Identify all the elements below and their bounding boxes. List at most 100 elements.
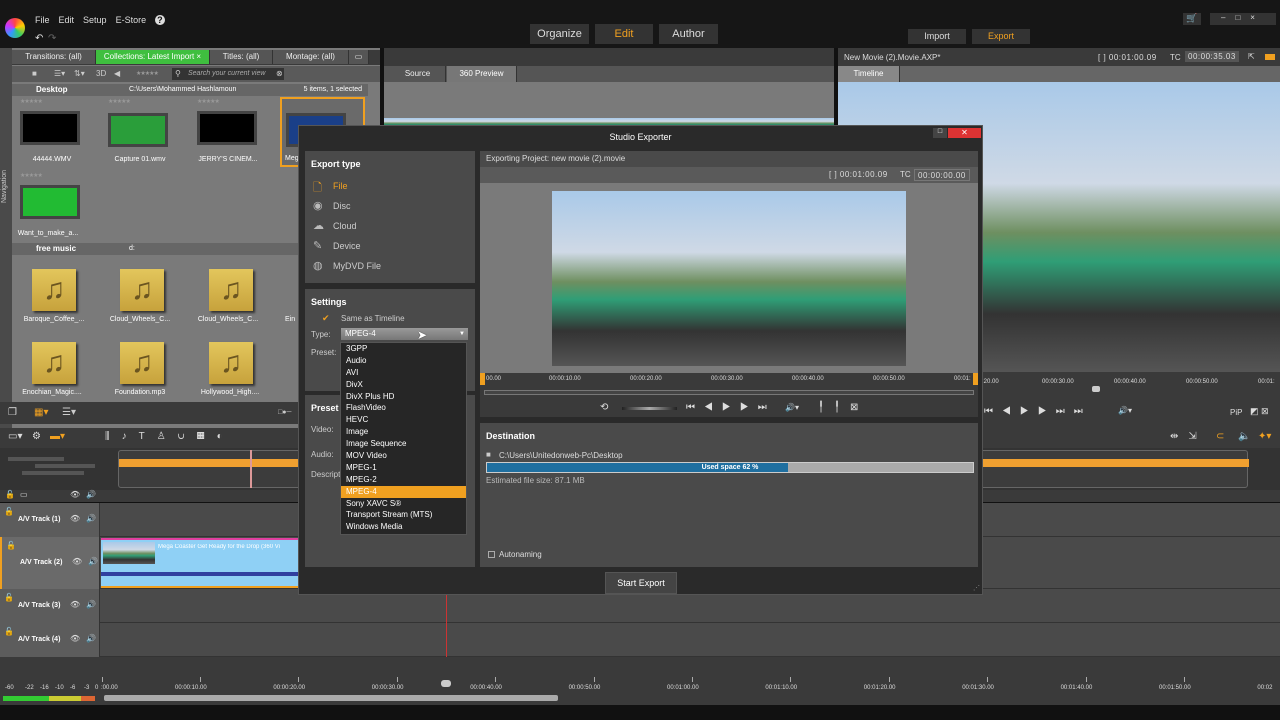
magnet-icon[interactable]: ⊂	[1216, 431, 1224, 442]
redo-icon[interactable]: ↷	[48, 33, 56, 44]
dropdown-option[interactable]: FlashVideo	[341, 402, 466, 414]
tab-timeline[interactable]: Timeline	[838, 66, 900, 82]
gear-icon[interactable]: ⚙	[32, 431, 41, 442]
sort-icon[interactable]: ⇅▾	[74, 66, 85, 82]
folder-icon[interactable]: ■	[486, 450, 491, 459]
resize-grip[interactable]: ⋰	[973, 584, 980, 592]
media-thumbnail[interactable]	[20, 185, 80, 219]
audio-icon[interactable]: 🔈	[1238, 431, 1250, 442]
export-type-file[interactable]: 🗋 File	[311, 179, 461, 195]
track-header[interactable]: 🔓 A/V Track (4) 👁 🔊	[0, 623, 100, 657]
export-ruler[interactable]: 00.00 00:00:10.00 00:00:20.00 00:00:30.00 00…	[480, 373, 978, 399]
dropdown-option[interactable]: Transport Stream (MTS)	[341, 509, 466, 521]
start-export-button[interactable]: Start Export	[605, 572, 677, 594]
dropdown-option[interactable]: MPEG-2	[341, 474, 466, 486]
export-type-disc[interactable]: ◉ Disc	[311, 199, 461, 215]
search-input[interactable]: Search your current view	[172, 68, 284, 80]
dropdown-option[interactable]: MPEG-4	[341, 485, 466, 498]
dropdown-option[interactable]: MPEG-1	[341, 462, 466, 474]
tab-360-preview[interactable]: 360 Preview	[447, 66, 517, 82]
speaker-icon[interactable]: 🔊	[86, 514, 96, 523]
mark-in-handle[interactable]	[480, 373, 485, 385]
author-button[interactable]: Author	[659, 24, 718, 44]
dropdown-option[interactable]: Image Sequence	[341, 438, 466, 450]
tab-transitions[interactable]: Transitions: (all)	[12, 50, 96, 64]
timeline-playhead[interactable]	[441, 680, 451, 687]
mark-icons[interactable]: ╿╿⊠	[818, 402, 868, 413]
cart-icon[interactable]: 🛒	[1183, 13, 1201, 25]
tab-source[interactable]: Source	[390, 66, 446, 82]
lock-icon[interactable]: 🔓	[4, 593, 14, 602]
dropdown-option[interactable]: MOV Video	[341, 450, 466, 462]
volume-icon[interactable]: 🔊▾	[785, 403, 799, 412]
preview-ruler[interactable]: :20.00 00:00:30.00 00:00:40.00 00:00:50.…	[982, 374, 1280, 394]
music-note-icon[interactable]: ♫	[209, 269, 253, 311]
eye-icon[interactable]: 👁	[70, 514, 80, 523]
stack-icon[interactable]: ❐	[8, 402, 17, 424]
timeline-settings-icon[interactable]: ▭▾	[8, 431, 22, 442]
dropdown-option[interactable]: Windows Media	[341, 521, 466, 533]
media-thumbnail[interactable]	[197, 111, 257, 145]
transport-controls[interactable]: ⏮◀▶▶⏭⏭	[984, 406, 1092, 417]
dropdown-option[interactable]: AVI	[341, 367, 466, 379]
eye-icon[interactable]: 👁	[72, 557, 82, 566]
pin-icon[interactable]: ▭	[349, 50, 369, 64]
speaker-icon[interactable]: 🔊	[86, 600, 96, 609]
tab-titles[interactable]: Titles: (all)	[210, 50, 273, 64]
type-select[interactable]: MPEG-4 ▼	[341, 328, 468, 340]
volume-icon[interactable]: 🔊▾	[1118, 406, 1132, 415]
add-track-icon[interactable]: ▭	[20, 490, 28, 499]
dropdown-option[interactable]: Image	[341, 426, 466, 438]
dropdown-option[interactable]: HEVC	[341, 414, 466, 426]
crop-icon[interactable]: ◩ ⊠	[1250, 406, 1269, 417]
timecode-field[interactable]: 00:00:35.03	[1185, 51, 1239, 62]
menu-estore[interactable]: E-Store	[116, 15, 147, 25]
playhead[interactable]	[1092, 386, 1100, 392]
edit-button[interactable]: Edit	[595, 24, 653, 44]
eye-icon[interactable]: 👁	[70, 600, 80, 609]
menu-setup[interactable]: Setup	[83, 15, 107, 25]
lock-icon[interactable]: 🔓	[5, 490, 15, 499]
tab-collections[interactable]: Collections: Latest Import ×	[96, 50, 210, 64]
export-type-mydvd-file[interactable]: ◍ MyDVD File	[311, 259, 461, 275]
export-timecode-field[interactable]: 00:00:00.00	[914, 169, 970, 181]
menu-edit[interactable]: Edit	[59, 15, 75, 25]
track-header[interactable]: 🔓 A/V Track (3) 👁 🔊	[0, 589, 100, 623]
dropdown-option[interactable]: DivX	[341, 379, 466, 391]
help-icon[interactable]: ?	[155, 15, 165, 25]
external-preview-icon[interactable]: ⇱	[1248, 52, 1255, 61]
shuttle-slider[interactable]	[622, 407, 677, 410]
magic-wand-icon[interactable]: ✦▾	[1258, 431, 1271, 442]
clear-search-icon[interactable]: ⊗	[276, 66, 283, 82]
transport-controls[interactable]: ⏮◀▶▶⏭	[686, 402, 776, 413]
eye-icon[interactable]: 👁	[70, 634, 80, 643]
folder-icon[interactable]: ■	[32, 66, 37, 82]
export-button[interactable]: Export	[972, 29, 1030, 44]
export-range-bar[interactable]	[484, 390, 974, 395]
list-view-icon[interactable]: ☰▾	[62, 402, 76, 424]
tag-icon[interactable]: ◀	[114, 66, 120, 82]
track-tool-icon[interactable]: ▬▾	[50, 431, 65, 442]
tab-montage[interactable]: Montage: (all)	[273, 50, 349, 64]
speaker-icon[interactable]: 🔊	[86, 490, 96, 499]
music-note-icon[interactable]: ♫	[32, 269, 76, 311]
timeline-right-icons[interactable]: ⇹⇲	[1170, 431, 1207, 442]
lock-icon[interactable]: 🔓	[4, 507, 14, 516]
same-as-timeline-checkbox[interactable]: ✔	[322, 313, 330, 324]
track-header[interactable]: 🔓 A/V Track (1) 👁 🔊	[0, 503, 100, 537]
menu-file[interactable]: File	[35, 15, 50, 25]
timeline-scrollbar[interactable]	[104, 695, 558, 701]
dropdown-option[interactable]: DivX Plus HD	[341, 391, 466, 403]
loop-icon[interactable]: ⟲	[600, 402, 608, 413]
autonaming-checkbox[interactable]	[488, 551, 495, 558]
close-button[interactable]: ✕	[948, 128, 981, 138]
pip-button[interactable]: PiP	[1230, 408, 1242, 417]
desktop-section-header[interactable]: Desktop C:\Users\Mohammed Hashlamoun 5 i…	[12, 84, 368, 96]
music-note-icon[interactable]: ♫	[209, 342, 253, 384]
import-button[interactable]: Import	[908, 29, 966, 44]
media-thumbnail[interactable]	[20, 111, 80, 145]
lock-icon[interactable]: 🔓	[6, 541, 16, 550]
organize-button[interactable]: Organize	[530, 24, 589, 44]
dropdown-option[interactable]: Sony XAVC S®	[341, 498, 466, 510]
maximize-button[interactable]: □	[933, 128, 947, 138]
